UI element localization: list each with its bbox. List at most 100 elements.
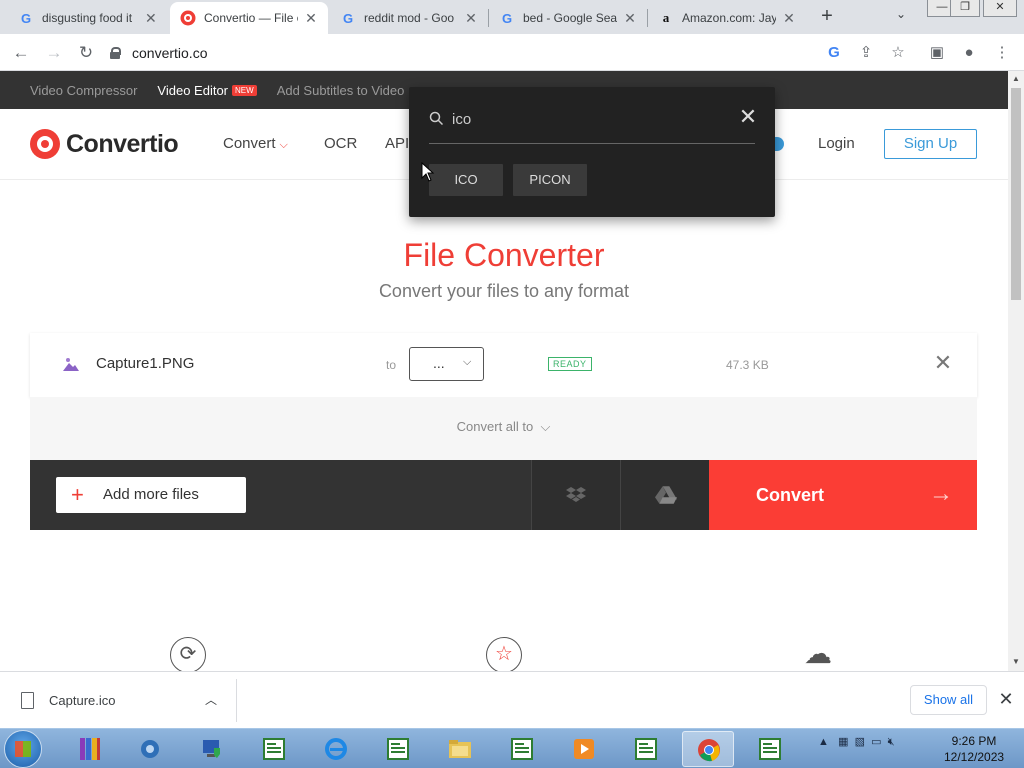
format-search-input[interactable] — [452, 109, 712, 129]
nav-convert-label: Convert — [223, 135, 276, 152]
media-player-icon — [574, 739, 594, 759]
reload-icon[interactable]: ↻ — [75, 42, 97, 64]
taskbar-file-explorer[interactable] — [434, 731, 486, 767]
google-translate-icon[interactable]: G — [824, 43, 844, 63]
close-tab-icon[interactable]: ✕ — [144, 10, 158, 27]
taskbar-media-player[interactable] — [558, 731, 610, 767]
clock-time: 9:26 PM — [951, 734, 997, 748]
system-clock[interactable]: 9:26 PM 12/12/2023 — [944, 733, 1004, 765]
convert-all-label: Convert all to — [456, 419, 534, 434]
new-tab-icon[interactable]: + — [816, 5, 838, 27]
close-tab-icon[interactable]: ✕ — [464, 10, 478, 27]
amazon-icon: a — [662, 10, 670, 25]
taskbar-document-3[interactable] — [496, 731, 548, 767]
page-subtitle: Convert your files to any format — [378, 281, 630, 301]
window-close-icon[interactable]: ✕ — [983, 0, 1017, 17]
nav-convert[interactable]: Convert ⌵ — [223, 135, 288, 152]
back-arrow-icon[interactable]: ← — [10, 42, 32, 64]
forward-arrow-icon[interactable]: → — [43, 42, 65, 64]
add-more-files-button[interactable]: + Add more files — [56, 477, 246, 513]
convert-cycle-icon: ⟳ — [170, 637, 206, 671]
show-all-button[interactable]: Show all — [910, 685, 987, 715]
convert-all-dropdown[interactable]: Convert all to ⌵ — [30, 419, 977, 435]
chevron-up-icon[interactable]: ︿ — [205, 691, 217, 708]
taskbar-chrome[interactable] — [682, 731, 734, 767]
close-tab-icon[interactable]: ✕ — [623, 10, 637, 27]
google-icon: G — [501, 10, 513, 26]
convert-button-label: Convert — [756, 485, 825, 505]
windows-flag-icon[interactable]: ▦ — [838, 736, 848, 748]
taskbar-document-1[interactable] — [248, 731, 300, 767]
page-scrollbar[interactable]: ▲ ▼ — [1008, 71, 1024, 671]
close-icon[interactable]: ✕ — [738, 106, 758, 128]
taskbar-security[interactable] — [186, 731, 238, 767]
scroll-thumb[interactable] — [1011, 88, 1021, 300]
convert-all-row: Convert all to ⌵ — [30, 397, 977, 460]
file-icon — [21, 692, 34, 709]
chevron-down-icon: ⌵ — [540, 419, 551, 434]
convert-button[interactable]: Convert → — [709, 460, 977, 530]
gear-icon — [141, 740, 159, 758]
signup-button[interactable]: Sign Up — [884, 129, 977, 159]
divider — [236, 679, 237, 722]
google-drive-button[interactable] — [620, 460, 709, 530]
taskbar-document-2[interactable] — [372, 731, 424, 767]
share-icon[interactable]: ⇪ — [856, 43, 876, 63]
format-select-value: ... — [433, 355, 445, 371]
format-option-ico[interactable]: ICO — [429, 164, 503, 196]
google-icon: G — [20, 10, 32, 26]
login-link[interactable]: Login — [818, 135, 855, 152]
close-tab-icon[interactable]: ✕ — [782, 10, 796, 27]
show-hidden-icons-icon[interactable]: ▲ — [818, 736, 829, 748]
tab-title: bed - Google Sea — [523, 11, 618, 25]
side-panel-icon[interactable]: ▣ — [927, 43, 947, 63]
nav-ocr[interactable]: OCR — [324, 135, 357, 152]
taskbar-settings[interactable] — [124, 731, 176, 767]
close-shelf-icon[interactable]: ✕ — [997, 690, 1015, 708]
taskbar-internet-explorer[interactable] — [310, 731, 362, 767]
google-icon: G — [342, 10, 354, 26]
volume-muted-icon[interactable]: 🔇︎ — [888, 736, 895, 748]
scroll-down-icon[interactable]: ▼ — [1011, 657, 1021, 667]
nav-api[interactable]: API — [385, 135, 409, 152]
tab-reddit-mod[interactable]: G reddit mod - Goo ✕ — [330, 2, 488, 34]
promo-video-compressor[interactable]: Video Compressor — [30, 83, 137, 98]
page-title: File Converter — [403, 237, 605, 273]
add-more-files-label: Add more files — [103, 486, 199, 503]
tab-bed-search[interactable]: G bed - Google Sea ✕ — [489, 2, 647, 34]
browser-menu-icon[interactable]: ⋮ — [992, 43, 1012, 63]
profile-avatar-icon[interactable]: ● — [959, 43, 979, 63]
cloud-upload-icon: ☁ — [804, 638, 832, 669]
tab-title: reddit mod - Goo — [364, 11, 455, 25]
tab-disgusting-food[interactable]: G disgusting food it ✕ — [8, 2, 168, 34]
start-button[interactable] — [4, 730, 42, 768]
chevron-down-icon: ⌵ — [463, 356, 472, 368]
promo-add-subtitles[interactable]: Add Subtitles to Video — [277, 83, 405, 98]
format-option-picon[interactable]: PICON — [513, 164, 587, 196]
convertio-favicon-icon — [180, 10, 196, 26]
tab-amazon[interactable]: a Amazon.com: Jay ✕ — [648, 2, 806, 34]
convertio-logo[interactable]: Convertio — [30, 129, 179, 159]
chevron-down-icon: ⌵ — [279, 139, 288, 151]
google-drive-icon — [655, 486, 677, 504]
close-tab-icon[interactable]: ✕ — [304, 10, 318, 27]
taskbar-document-5[interactable] — [744, 731, 796, 767]
address-bar[interactable]: convertio.co — [110, 39, 810, 67]
dropbox-button[interactable] — [531, 460, 620, 530]
tab-search-chevron-icon[interactable]: ⌄ — [896, 7, 906, 21]
download-file-name[interactable]: Capture.ico — [49, 693, 115, 708]
restore-icon[interactable]: ❐ — [950, 0, 980, 17]
remove-file-icon[interactable]: ✕ — [933, 352, 953, 374]
tab-title: Convertio — File c — [204, 11, 299, 25]
scroll-up-icon[interactable]: ▲ — [1011, 74, 1021, 84]
taskbar-document-4[interactable] — [620, 731, 672, 767]
bookmark-star-icon[interactable]: ☆ — [888, 43, 908, 63]
document-icon — [759, 738, 781, 760]
tab-convertio[interactable]: Convertio — File c ✕ — [170, 2, 328, 34]
network-icon[interactable]: ▧ — [855, 736, 865, 748]
promo-video-editor[interactable]: Video Editor — [157, 83, 228, 98]
taskbar-winrar[interactable] — [64, 731, 116, 767]
format-select[interactable]: ... ⌵ — [409, 347, 484, 381]
format-search-popover: ✕ ICO PICON — [409, 87, 775, 217]
monitor-icon[interactable]: ▭ — [871, 736, 881, 748]
